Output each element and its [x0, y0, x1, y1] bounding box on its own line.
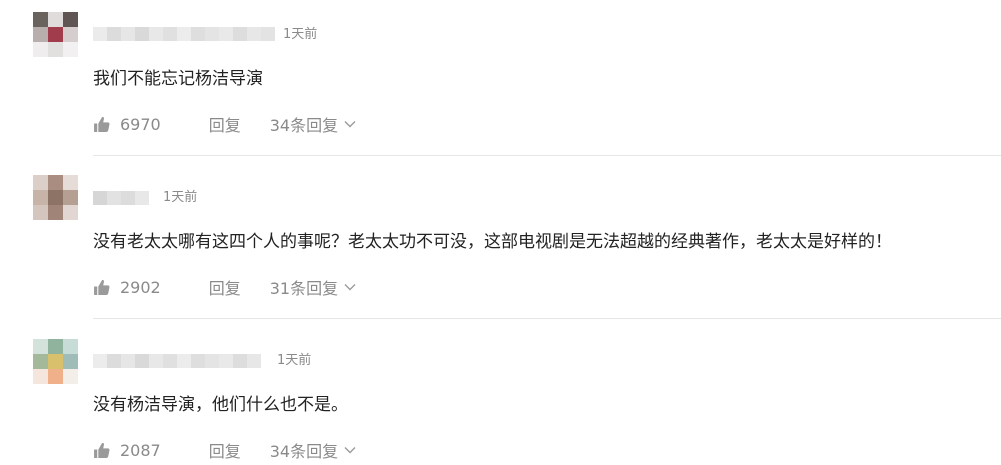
avatar-pixel: [63, 175, 78, 190]
chevron-down-icon: [344, 284, 356, 291]
reply-button[interactable]: 回复: [209, 438, 241, 462]
username-pixel: [233, 354, 247, 368]
username-pixel: [205, 27, 219, 41]
username-pixel: [247, 354, 261, 368]
view-replies-button[interactable]: 31条回复: [270, 275, 356, 299]
username-blurred[interactable]: [93, 191, 149, 205]
timestamp: 1天前: [277, 353, 312, 368]
thumbs-up-icon: [94, 116, 110, 132]
avatar-pixel: [63, 27, 78, 42]
username-pixel: [247, 27, 261, 41]
username-pixel: [261, 27, 275, 41]
like-count: 2087: [120, 440, 161, 460]
avatar-pixel: [63, 369, 78, 384]
view-replies-button[interactable]: 34条回复: [270, 438, 356, 462]
avatar[interactable]: [33, 175, 78, 220]
avatar-pixel: [33, 339, 48, 354]
avatar-pixel: [63, 205, 78, 220]
username-pixel: [107, 27, 121, 41]
username-blurred[interactable]: [93, 27, 275, 41]
username-pixel: [191, 354, 205, 368]
chevron-down-icon: [344, 121, 356, 128]
username-pixel: [121, 27, 135, 41]
username-pixel: [135, 354, 149, 368]
view-replies-button[interactable]: 34条回复: [270, 112, 356, 136]
replies-count-label: 34条回复: [269, 116, 339, 135]
avatar-pixel: [48, 354, 63, 369]
avatar-pixel: [48, 339, 63, 354]
username-pixel: [219, 354, 233, 368]
avatar-pixel: [33, 175, 48, 190]
thumbs-up-icon: [94, 442, 110, 458]
avatar-pixel: [33, 42, 48, 57]
comment-actions: 2902 回复 31条回复: [93, 275, 356, 299]
username-pixel: [93, 27, 107, 41]
username-pixel: [163, 27, 177, 41]
avatar-pixel: [63, 354, 78, 369]
username-pixel: [205, 354, 219, 368]
username-pixel: [163, 354, 177, 368]
reply-button[interactable]: 回复: [209, 112, 241, 136]
comment-text: 没有杨洁导演，他们什么也不是。: [93, 395, 348, 415]
divider: [93, 318, 1001, 319]
username-pixel: [149, 27, 163, 41]
username-pixel: [121, 191, 135, 205]
username-pixel: [219, 27, 233, 41]
avatar-pixel: [33, 12, 48, 27]
avatar-pixel: [63, 190, 78, 205]
username-pixel: [191, 27, 205, 41]
chevron-down-icon: [344, 447, 356, 454]
like-button[interactable]: 2902: [93, 278, 161, 297]
divider: [93, 155, 1001, 156]
avatar-pixel: [63, 339, 78, 354]
avatar[interactable]: [33, 12, 78, 57]
timestamp: 1天前: [283, 27, 318, 42]
timestamp: 1天前: [163, 190, 198, 205]
username-pixel: [107, 191, 121, 205]
username-pixel: [177, 354, 191, 368]
avatar-pixel: [33, 27, 48, 42]
username-pixel: [107, 354, 121, 368]
username-pixel: [177, 27, 191, 41]
avatar-pixel: [48, 42, 63, 57]
avatar-pixel: [33, 205, 48, 220]
username-pixel: [135, 27, 149, 41]
avatar-pixel: [48, 27, 63, 42]
avatar-pixel: [33, 354, 48, 369]
like-button[interactable]: 2087: [93, 441, 161, 460]
username-pixel: [121, 354, 135, 368]
avatar-pixel: [48, 175, 63, 190]
like-button[interactable]: 6970: [93, 115, 161, 134]
avatar-pixel: [63, 12, 78, 27]
like-count: 2902: [120, 277, 161, 297]
avatar[interactable]: [33, 339, 78, 384]
username-pixel: [135, 191, 149, 205]
replies-count-label: 34条回复: [269, 442, 339, 461]
avatar-pixel: [33, 190, 48, 205]
avatar-pixel: [48, 205, 63, 220]
comment-text: 我们不能忘记杨洁导演: [93, 69, 263, 89]
username-blurred[interactable]: [93, 354, 261, 368]
username-pixel: [93, 354, 107, 368]
thumbs-up-icon: [94, 279, 110, 295]
comment-actions: 6970 回复 34条回复: [93, 112, 356, 136]
username-pixel: [233, 27, 247, 41]
avatar-pixel: [63, 42, 78, 57]
username-pixel: [149, 354, 163, 368]
avatar-pixel: [48, 190, 63, 205]
avatar-pixel: [48, 12, 63, 27]
replies-count-label: 31条回复: [269, 279, 339, 298]
comment-text: 没有老太太哪有这四个人的事呢？老太太功不可没，这部电视剧是无法超越的经典著作，老…: [93, 232, 892, 252]
avatar-pixel: [48, 369, 63, 384]
username-pixel: [93, 191, 107, 205]
reply-button[interactable]: 回复: [209, 275, 241, 299]
like-count: 6970: [120, 114, 161, 134]
comment-actions: 2087 回复 34条回复: [93, 438, 356, 462]
avatar-pixel: [33, 369, 48, 384]
